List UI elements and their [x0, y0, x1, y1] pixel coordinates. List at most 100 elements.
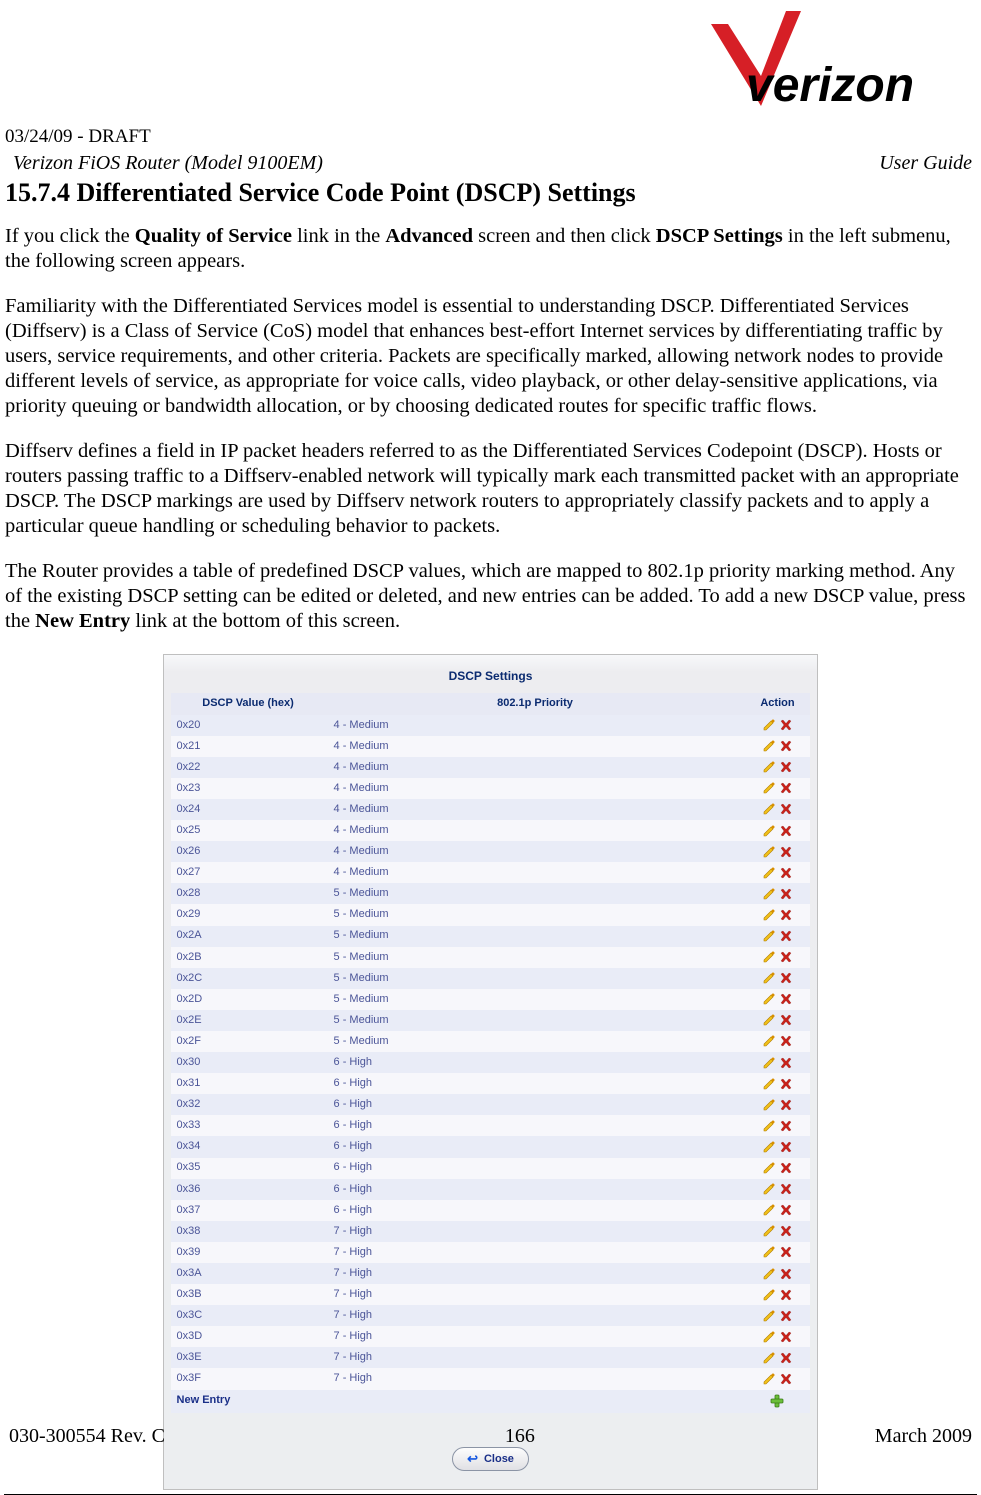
cell-priority: 7 - High [326, 1263, 745, 1284]
cell-dscp: 0x37 [171, 1200, 326, 1221]
cell-priority: 4 - Medium [326, 778, 745, 799]
edit-icon[interactable] [762, 718, 776, 732]
delete-icon[interactable] [779, 887, 793, 901]
new-entry-row[interactable]: New Entry [171, 1390, 811, 1413]
edit-icon[interactable] [762, 929, 776, 943]
edit-icon[interactable] [762, 1034, 776, 1048]
edit-icon[interactable] [762, 1245, 776, 1259]
edit-icon[interactable] [762, 739, 776, 753]
edit-icon[interactable] [762, 1161, 776, 1175]
edit-icon[interactable] [762, 908, 776, 922]
delete-icon[interactable] [779, 1224, 793, 1238]
delete-icon[interactable] [779, 739, 793, 753]
table-row: 0x3B7 - High [171, 1284, 811, 1305]
edit-icon[interactable] [762, 1119, 776, 1133]
cell-dscp: 0x2D [171, 989, 326, 1010]
body-text: If you click the Quality of Service link… [5, 224, 976, 634]
edit-icon[interactable] [762, 845, 776, 859]
edit-icon[interactable] [762, 1351, 776, 1365]
edit-icon[interactable] [762, 760, 776, 774]
edit-icon[interactable] [762, 1224, 776, 1238]
edit-icon[interactable] [762, 992, 776, 1006]
close-button[interactable]: ↩ Close [452, 1447, 529, 1471]
footer-rev: 030-300554 Rev. C [9, 1424, 165, 1448]
edit-icon[interactable] [762, 971, 776, 985]
cell-dscp: 0x31 [171, 1073, 326, 1094]
delete-icon[interactable] [779, 1288, 793, 1302]
delete-icon[interactable] [779, 1203, 793, 1217]
footer-rule [4, 1494, 977, 1495]
table-row: 0x244 - Medium [171, 799, 811, 820]
cell-priority: 7 - High [326, 1284, 745, 1305]
edit-icon[interactable] [762, 887, 776, 901]
delete-icon[interactable] [779, 1119, 793, 1133]
cell-priority: 4 - Medium [326, 841, 745, 862]
delete-icon[interactable] [779, 971, 793, 985]
edit-icon[interactable] [762, 802, 776, 816]
edit-icon[interactable] [762, 866, 776, 880]
edit-icon[interactable] [762, 824, 776, 838]
delete-icon[interactable] [779, 1330, 793, 1344]
edit-icon[interactable] [762, 1013, 776, 1027]
edit-icon[interactable] [762, 1309, 776, 1323]
delete-icon[interactable] [779, 950, 793, 964]
delete-icon[interactable] [779, 1077, 793, 1091]
cell-dscp: 0x32 [171, 1094, 326, 1115]
close-label: Close [484, 1453, 514, 1465]
cell-priority: 5 - Medium [326, 968, 745, 989]
delete-icon[interactable] [779, 1372, 793, 1386]
delete-icon[interactable] [779, 824, 793, 838]
delete-icon[interactable] [779, 1140, 793, 1154]
edit-icon[interactable] [762, 781, 776, 795]
delete-icon[interactable] [779, 1098, 793, 1112]
cell-dscp: 0x30 [171, 1052, 326, 1073]
delete-icon[interactable] [779, 992, 793, 1006]
cell-dscp: 0x38 [171, 1221, 326, 1242]
cell-dscp: 0x3A [171, 1263, 326, 1284]
delete-icon[interactable] [779, 1267, 793, 1281]
delete-icon[interactable] [779, 1182, 793, 1196]
edit-icon[interactable] [762, 950, 776, 964]
doc-type: User Guide [879, 151, 972, 175]
edit-icon[interactable] [762, 1330, 776, 1344]
edit-icon[interactable] [762, 1182, 776, 1196]
delete-icon[interactable] [779, 1161, 793, 1175]
delete-icon[interactable] [779, 1245, 793, 1259]
edit-icon[interactable] [762, 1077, 776, 1091]
delete-icon[interactable] [779, 866, 793, 880]
edit-icon[interactable] [762, 1203, 776, 1217]
delete-icon[interactable] [779, 929, 793, 943]
delete-icon[interactable] [779, 1056, 793, 1070]
cell-dscp: 0x27 [171, 862, 326, 883]
table-row: 0x376 - High [171, 1200, 811, 1221]
table-row: 0x3C7 - High [171, 1305, 811, 1326]
delete-icon[interactable] [779, 1034, 793, 1048]
delete-icon[interactable] [779, 1309, 793, 1323]
add-icon[interactable] [769, 1393, 785, 1409]
delete-icon[interactable] [779, 845, 793, 859]
cell-priority: 4 - Medium [326, 715, 745, 736]
cell-dscp: 0x26 [171, 841, 326, 862]
cell-dscp: 0x33 [171, 1115, 326, 1136]
edit-icon[interactable] [762, 1372, 776, 1386]
edit-icon[interactable] [762, 1140, 776, 1154]
cell-priority: 4 - Medium [326, 862, 745, 883]
delete-icon[interactable] [779, 1013, 793, 1027]
table-row: 0x3E7 - High [171, 1347, 811, 1368]
table-row: 0x316 - High [171, 1073, 811, 1094]
table-row: 0x3D7 - High [171, 1326, 811, 1347]
delete-icon[interactable] [779, 908, 793, 922]
edit-icon[interactable] [762, 1267, 776, 1281]
edit-icon[interactable] [762, 1098, 776, 1112]
table-row: 0x264 - Medium [171, 841, 811, 862]
delete-icon[interactable] [779, 802, 793, 816]
delete-icon[interactable] [779, 1351, 793, 1365]
delete-icon[interactable] [779, 718, 793, 732]
cell-priority: 5 - Medium [326, 989, 745, 1010]
new-entry-label[interactable]: New Entry [171, 1390, 326, 1413]
cell-priority: 6 - High [326, 1136, 745, 1157]
edit-icon[interactable] [762, 1056, 776, 1070]
delete-icon[interactable] [779, 760, 793, 774]
edit-icon[interactable] [762, 1288, 776, 1302]
delete-icon[interactable] [779, 781, 793, 795]
